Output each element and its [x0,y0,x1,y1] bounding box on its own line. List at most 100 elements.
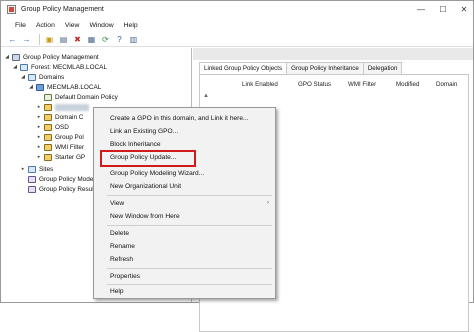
column-wmi-filter[interactable]: WMI Filter [348,81,376,88]
blurred-ou-name [55,103,89,111]
tab-inheritance[interactable]: Group Policy Inheritance [286,62,364,74]
back-icon[interactable]: ← [7,34,18,45]
expand-arrow-icon[interactable]: ▸ [36,134,42,140]
menu-separator [107,225,272,226]
expand-arrow-icon[interactable]: ▸ [20,166,26,172]
ou-folder-icon [44,123,52,131]
menu-action[interactable]: Action [36,22,55,29]
starter-folder-icon [44,153,52,161]
tree-sites[interactable]: ▸ Sites [20,164,53,174]
tree-forest-label: Forest: MECMLAB.LOCAL [31,63,107,71]
menu-item-block-inheritance[interactable]: Block Inheritance [110,141,161,148]
tree-group-policy-objects[interactable]: ▸ Group Pol [36,132,84,142]
wmi-folder-icon [44,143,52,151]
collapse-arrow-icon[interactable]: ◢ [28,84,34,90]
menu-item-rename[interactable]: Rename [110,243,135,250]
tab-delegation[interactable]: Delegation [362,62,403,74]
menu-view[interactable]: View [65,22,80,29]
tree-root[interactable]: ◢ Group Policy Management [4,52,99,62]
tree-domain-controllers-label: Domain C [55,113,84,121]
menu-item-new-window[interactable]: New Window from Here [110,213,180,220]
menu-separator [107,268,272,269]
window-title: Group Policy Management [21,6,104,13]
highlight-box [100,150,196,167]
forward-icon[interactable]: → [21,34,32,45]
gpm-icon [12,53,20,61]
collapse-arrow-icon[interactable]: ◢ [4,54,10,60]
menu-item-help[interactable]: Help [110,288,124,295]
menu-separator [107,195,272,196]
domain-icon [36,83,44,91]
properties-icon[interactable]: ▦ [86,34,97,45]
menu-item-refresh[interactable]: Refresh [110,256,133,263]
tree-domains-label: Domains [39,73,65,81]
console-icon[interactable]: ▤ [58,34,69,45]
menu-item-link-existing-gpo[interactable]: Link an Existing GPO... [110,128,178,135]
details-header-band [193,48,473,60]
menu-item-properties[interactable]: Properties [110,273,140,280]
sites-icon [28,165,36,173]
menu-file[interactable]: File [15,22,26,29]
menu-separator [107,284,272,285]
ou-folder-icon [44,113,52,121]
column-modified[interactable]: Modified [396,81,419,88]
menu-help[interactable]: Help [124,22,138,29]
tab-linked-gpos[interactable]: Linked Group Policy Objects [199,62,288,74]
delete-icon[interactable]: ✖ [72,34,83,45]
tree-default-policy[interactable]: Default Domain Policy [36,92,118,102]
collapse-arrow-icon[interactable]: ◢ [12,64,18,70]
sort-arrow-icon[interactable]: ▲ [203,93,209,99]
column-link-enabled[interactable]: Link Enabled [242,81,278,88]
expand-arrow-icon[interactable]: ▸ [36,104,42,110]
collapse-arrow-icon[interactable]: ◢ [20,74,26,80]
ou-folder-icon [44,103,52,111]
tree-forest[interactable]: ◢ Forest: MECMLAB.LOCAL [12,62,107,72]
close-button[interactable]: ✕ [458,3,470,15]
refresh-icon[interactable]: ⟳ [100,34,111,45]
tree-domains[interactable]: ◢ Domains [20,72,64,82]
folder-icon[interactable]: ▣ [44,34,55,45]
expand-arrow-icon[interactable]: ▸ [36,124,42,130]
forest-icon [20,63,28,71]
details-tabs: Linked Group Policy Objects Group Policy… [199,62,403,74]
tree-starter-gpos[interactable]: ▸ Starter GP [36,152,85,162]
gpo-link-icon [44,93,52,101]
menu-item-create-gpo[interactable]: Create a GPO in this domain, and Link it… [110,115,249,122]
view-icon[interactable]: ▥ [128,34,139,45]
tree-osd-label: OSD [55,123,69,131]
menu-item-new-ou[interactable]: New Organizational Unit [110,183,181,190]
tree-results-label: Group Policy Results [39,185,99,193]
tree-domain-controllers[interactable]: ▸ Domain C [36,112,83,122]
submenu-arrow-icon: › [267,200,269,206]
domains-icon [28,73,36,81]
modeling-icon [28,175,36,183]
tree-modeling[interactable]: Group Policy Modeling [20,174,103,184]
tree-domain-label: MECMLAB.LOCAL [47,83,102,91]
tree-root-label: Group Policy Management [23,53,99,61]
menu-item-view[interactable]: View [110,200,124,207]
tree-wmi-filters-label: WMI Filter [55,143,85,151]
column-domain[interactable]: Domain [436,81,457,88]
results-icon [28,185,36,193]
tree-sites-label: Sites [39,165,54,173]
maximize-button[interactable]: ☐ [437,3,449,15]
tree-selected-ou[interactable]: ▸ [36,102,89,112]
tree-domain[interactable]: ◢ MECMLAB.LOCAL [28,82,101,92]
expand-arrow-icon[interactable]: ▸ [36,114,42,120]
tree-osd[interactable]: ▸ OSD [36,122,69,132]
help-icon[interactable]: ? [114,34,125,45]
menu-item-modeling-wizard[interactable]: Group Policy Modeling Wizard... [110,170,204,177]
expand-arrow-icon[interactable]: ▸ [36,144,42,150]
minimize-button[interactable]: — [415,3,427,15]
tree-starter-gpo-label: Starter GP [55,153,86,161]
context-menu: Create a GPO in this domain, and Link it… [93,107,276,299]
app-window: Group Policy Management — ☐ ✕ File Actio… [0,0,474,332]
tree-results[interactable]: Group Policy Results [20,184,99,194]
tree-wmi-filters[interactable]: ▸ WMI Filter [36,142,84,152]
menu-bar: File Action View Window Help [1,18,473,32]
menu-window[interactable]: Window [89,22,113,29]
menu-item-delete[interactable]: Delete [110,230,129,237]
column-gpo-status[interactable]: GPO Status [298,81,331,88]
toolbar-separator [39,33,40,45]
expand-arrow-icon[interactable]: ▸ [36,154,42,160]
